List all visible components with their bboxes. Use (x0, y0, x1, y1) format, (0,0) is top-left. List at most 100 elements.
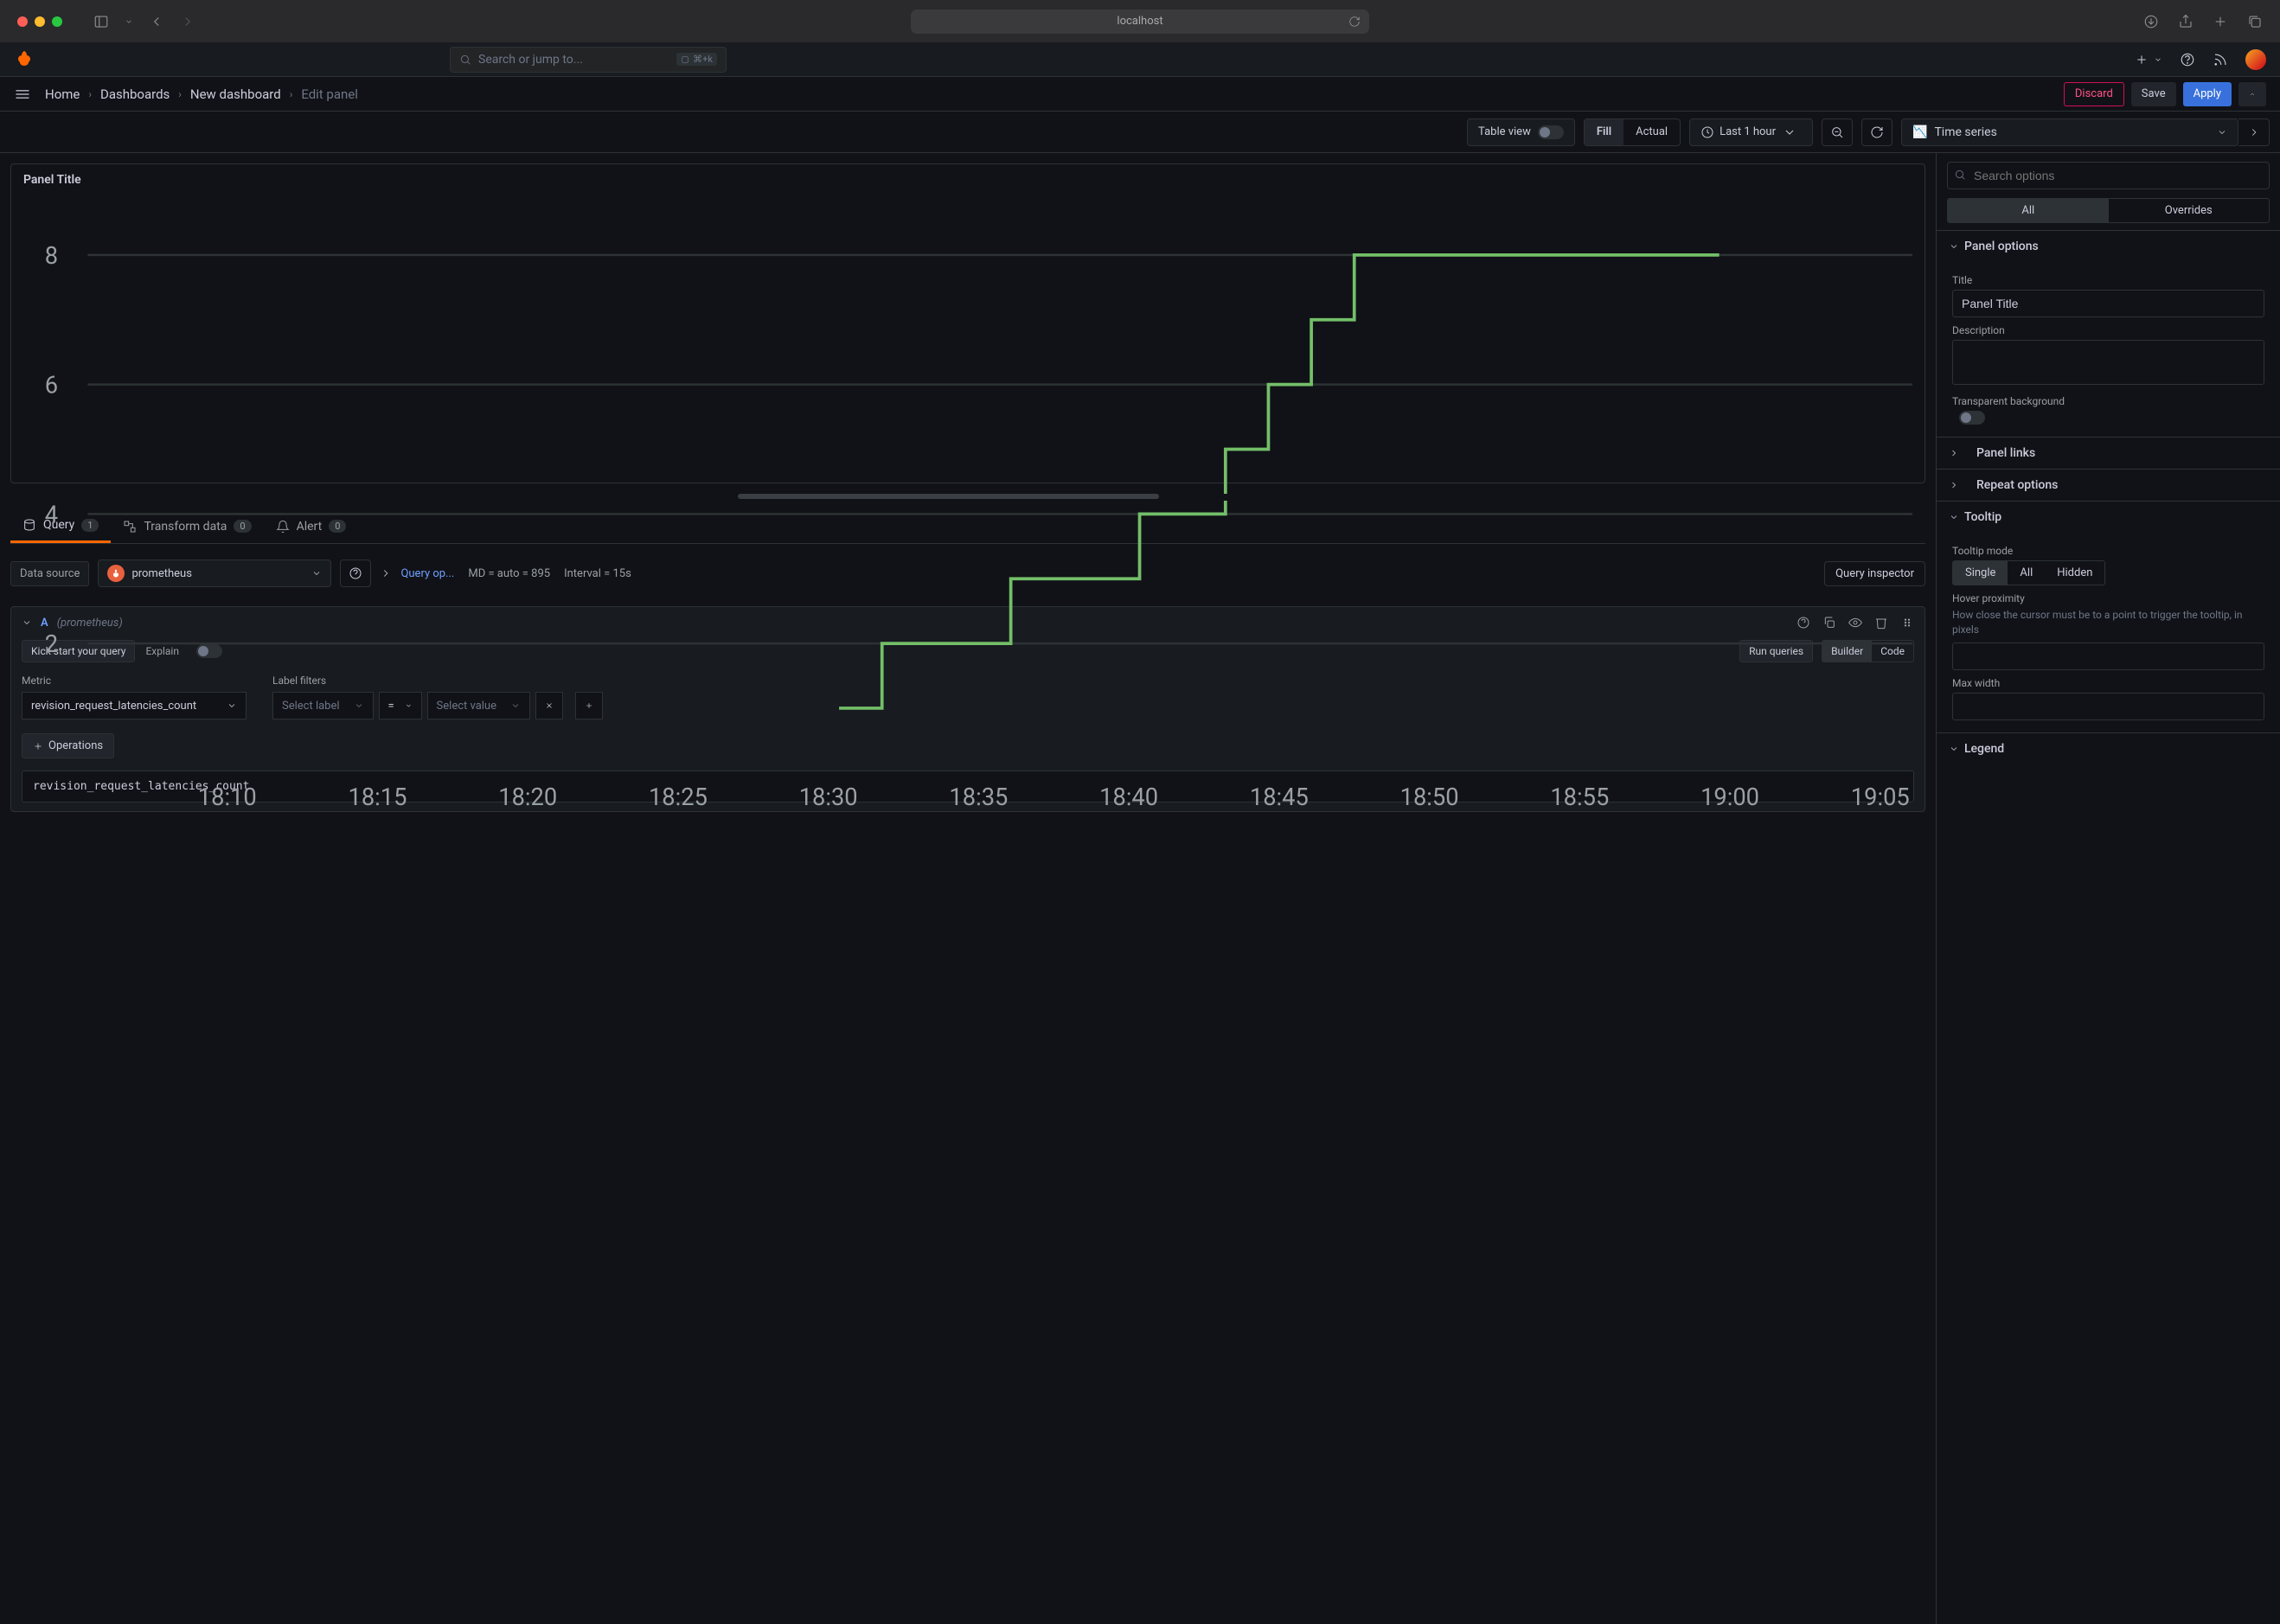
user-avatar[interactable] (2245, 49, 2266, 70)
refresh-icon (1870, 125, 1884, 139)
chart-icon: 📉 (1912, 125, 1927, 139)
options-search-input[interactable] (1947, 162, 2270, 189)
close-window[interactable] (17, 16, 28, 27)
svg-text:19:05: 19:05 (1851, 783, 1910, 811)
chevron-down-icon (1949, 744, 1959, 754)
grafana-logo-icon[interactable] (14, 49, 35, 70)
download-icon[interactable] (2143, 14, 2159, 29)
tooltip-all[interactable]: All (2008, 561, 2045, 585)
fill-option[interactable]: Fill (1585, 119, 1624, 145)
explain-toggle[interactable] (196, 644, 222, 658)
fill-actual-segment[interactable]: Fill Actual (1584, 118, 1681, 146)
table-view-toggle[interactable]: Table view (1467, 118, 1575, 146)
plus-dropdown-icon[interactable] (2135, 53, 2149, 67)
svg-text:18:25: 18:25 (649, 783, 708, 811)
reload-icon[interactable] (1348, 16, 1361, 28)
chevron-down-icon[interactable] (125, 14, 133, 29)
discard-button[interactable]: Discard (2064, 82, 2124, 106)
clock-icon (1700, 125, 1714, 139)
section-panel-links[interactable]: Panel links (1937, 437, 2280, 469)
chevron-right-icon: › (290, 88, 293, 100)
svg-text:2: 2 (45, 630, 58, 658)
tooltip-mode-segment[interactable]: Single All Hidden (1952, 560, 2105, 585)
title-input[interactable] (1952, 290, 2264, 317)
description-input[interactable] (1952, 340, 2264, 385)
svg-text:18:15: 18:15 (349, 783, 407, 811)
chevron-right-icon: › (88, 88, 92, 100)
options-tabs[interactable]: All Overrides (1947, 198, 2270, 223)
horizontal-scrollbar[interactable] (10, 494, 1925, 501)
window-controls (17, 16, 62, 27)
tooltip-hidden[interactable]: Hidden (2045, 561, 2104, 585)
chart-area[interactable]: 8642 18:1018:1518:2018:2518:3018:3518:40… (23, 190, 1912, 816)
chevron-down-icon (1783, 125, 1796, 139)
minimize-window[interactable] (35, 16, 45, 27)
tab-overrides[interactable]: Overrides (2109, 199, 2270, 222)
svg-text:4: 4 (45, 501, 58, 528)
chevron-down-icon (1949, 512, 1959, 522)
rss-icon[interactable] (2213, 52, 2228, 67)
search-icon (459, 54, 471, 66)
section-panel-options[interactable]: Panel options (1937, 230, 2280, 262)
toggle-switch[interactable] (1538, 125, 1564, 139)
chevron-down-icon (2217, 127, 2227, 137)
svg-text:18:20: 18:20 (498, 783, 557, 811)
chevron-right-icon (2248, 126, 2260, 138)
url-bar[interactable]: localhost (911, 10, 1369, 34)
section-repeat-options[interactable]: Repeat options (1937, 469, 2280, 501)
actual-option[interactable]: Actual (1624, 119, 1680, 145)
svg-text:19:00: 19:00 (1700, 783, 1759, 811)
transparent-bg-toggle[interactable] (1959, 411, 1985, 425)
time-range-picker[interactable]: Last 1 hour (1689, 118, 1813, 146)
tabs-icon[interactable] (2247, 14, 2263, 29)
svg-text:18:10: 18:10 (198, 783, 257, 811)
zoom-out-button[interactable] (1822, 118, 1853, 146)
description-field-label: Description (1952, 324, 2264, 336)
expand-viz-button[interactable] (2238, 118, 2270, 146)
section-tooltip[interactable]: Tooltip (1937, 501, 2280, 533)
search-shortcut: ⌘+k (676, 53, 717, 66)
refresh-button[interactable] (1861, 118, 1893, 146)
svg-text:18:30: 18:30 (799, 783, 858, 811)
max-width-label: Max width (1952, 677, 2264, 689)
crumb-new-dashboard[interactable]: New dashboard (190, 86, 281, 102)
collapse-sidebar-button[interactable] (2238, 82, 2266, 106)
new-tab-icon[interactable] (2213, 14, 2228, 29)
apply-button[interactable]: Apply (2183, 82, 2232, 106)
chevron-right-icon (1949, 448, 1959, 458)
visualization-picker[interactable]: 📉 Time series (1901, 118, 2238, 146)
crumb-edit-panel: Edit panel (301, 86, 358, 102)
svg-text:8: 8 (45, 242, 58, 270)
chevron-down-icon (1949, 241, 1959, 252)
panel-preview: Panel Title 8642 18:1018:1518:2018:2518:… (10, 163, 1925, 483)
svg-text:18:35: 18:35 (949, 783, 1008, 811)
chevron-right-icon: › (178, 88, 182, 100)
max-width-input[interactable] (1952, 693, 2264, 720)
help-icon[interactable] (2180, 52, 2195, 67)
zoom-out-icon (1830, 125, 1844, 139)
tooltip-mode-label: Tooltip mode (1952, 545, 2264, 557)
crumb-dashboards[interactable]: Dashboards (100, 86, 170, 102)
search-placeholder: Search or jump to... (478, 53, 583, 67)
title-field-label: Title (1952, 274, 2264, 286)
svg-text:18:55: 18:55 (1550, 783, 1609, 811)
global-search[interactable]: Search or jump to... ⌘+k (450, 47, 727, 73)
menu-icon[interactable] (14, 86, 31, 103)
chevron-up-icon (2249, 88, 2256, 100)
chevron-down-icon[interactable] (2154, 55, 2162, 64)
tooltip-single[interactable]: Single (1953, 561, 2008, 585)
sidebar-toggle-icon[interactable] (93, 14, 109, 29)
tab-all-options[interactable]: All (1948, 199, 2109, 222)
section-legend[interactable]: Legend (1937, 732, 2280, 764)
svg-text:18:40: 18:40 (1099, 783, 1158, 811)
maximize-window[interactable] (52, 16, 62, 27)
save-button[interactable]: Save (2131, 82, 2176, 106)
back-icon[interactable] (149, 14, 164, 29)
hover-proximity-input[interactable] (1952, 643, 2264, 670)
url-text: localhost (1117, 15, 1162, 28)
share-icon[interactable] (2178, 14, 2194, 29)
transparent-bg-label: Transparent background (1952, 395, 2264, 407)
crumb-home[interactable]: Home (45, 86, 80, 102)
app-topbar: Search or jump to... ⌘+k (0, 42, 2280, 77)
forward-icon[interactable] (180, 14, 195, 29)
